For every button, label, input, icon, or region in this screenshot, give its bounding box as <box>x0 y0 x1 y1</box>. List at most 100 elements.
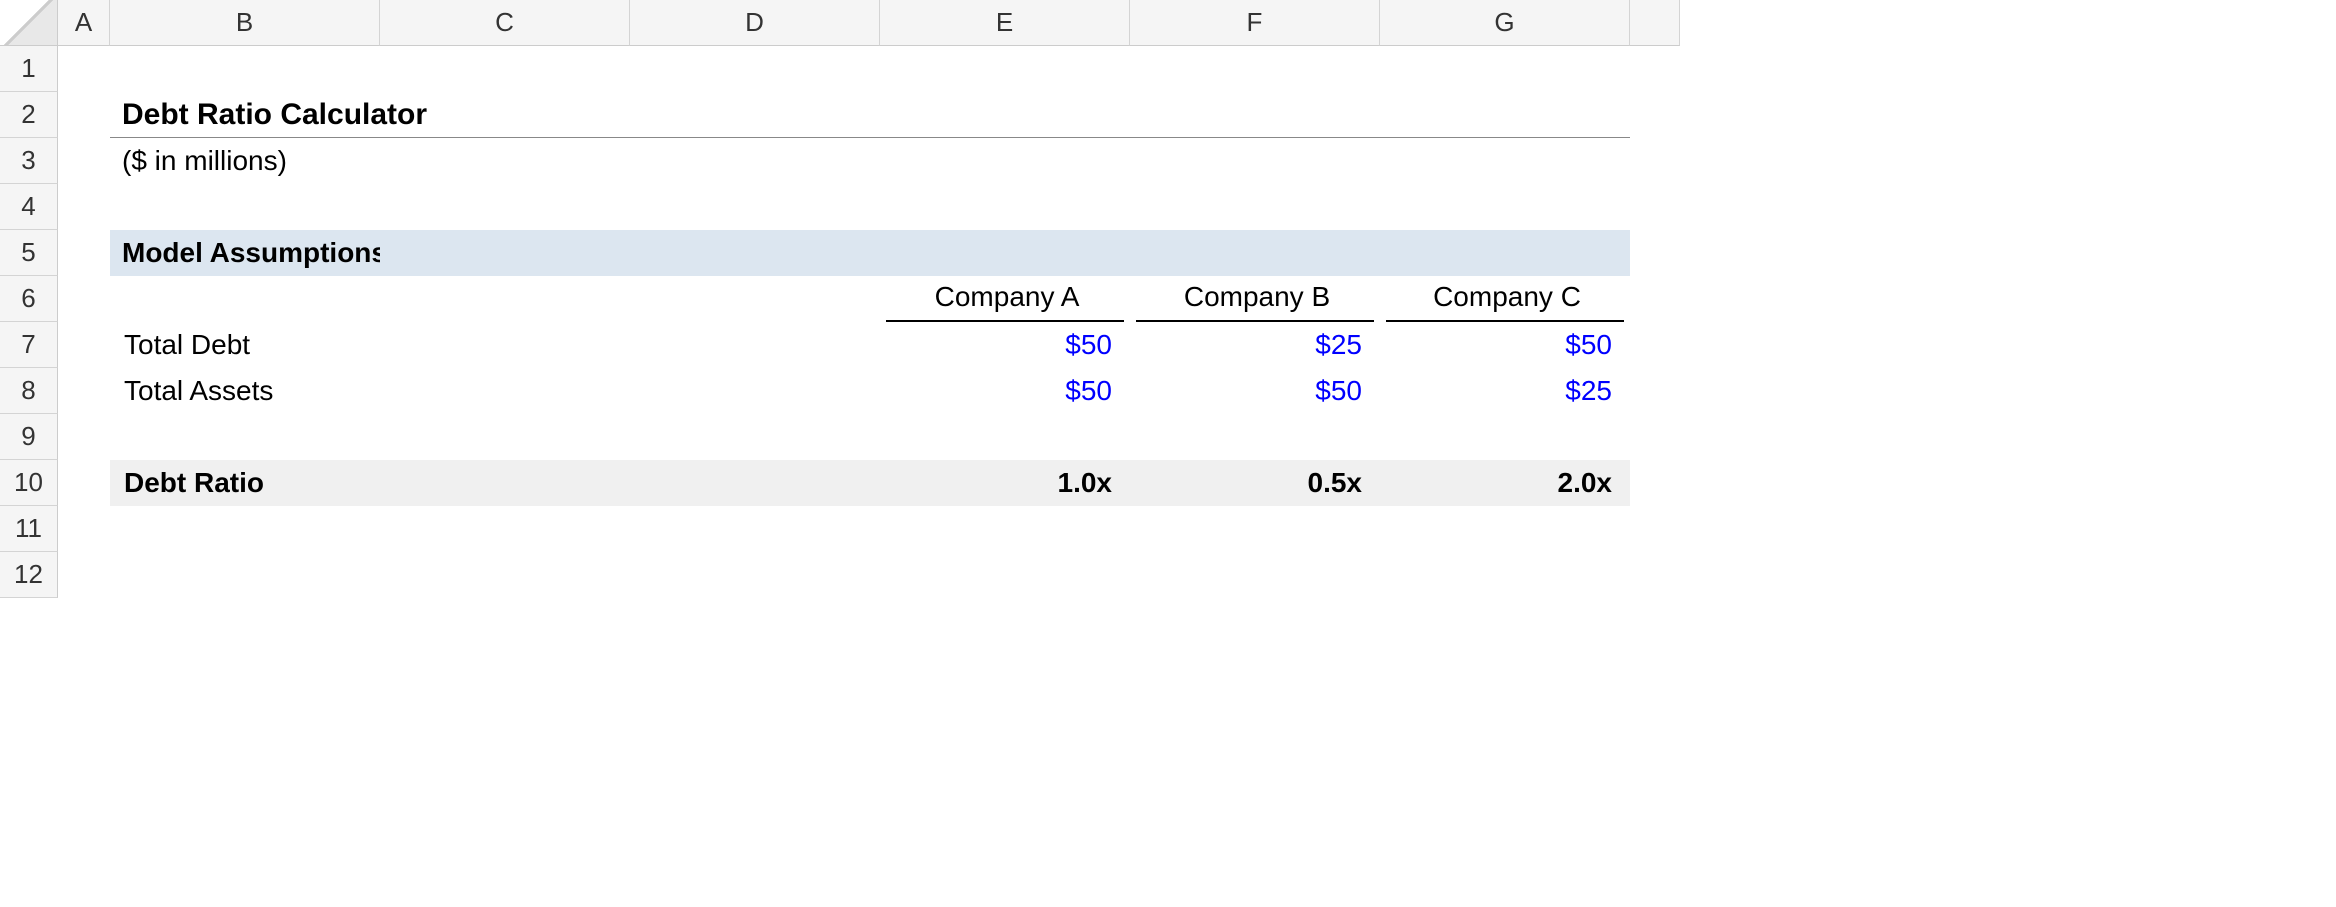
cell-b6[interactable] <box>110 276 380 322</box>
debt-ratio-label[interactable]: Debt Ratio <box>110 460 380 506</box>
cell-a12[interactable] <box>58 552 110 598</box>
assets-a-value[interactable]: $50 <box>880 368 1130 414</box>
cell-blank3[interactable] <box>1630 138 1680 184</box>
cell-d11[interactable] <box>630 506 880 552</box>
cell-a2[interactable] <box>58 92 110 138</box>
col-header-g[interactable]: G <box>1380 0 1630 46</box>
cell-blank1[interactable] <box>1630 46 1680 92</box>
company-c-header[interactable]: Company C <box>1386 276 1624 322</box>
cell-a4[interactable] <box>58 184 110 230</box>
cell-a7[interactable] <box>58 322 110 368</box>
cell-a3[interactable] <box>58 138 110 184</box>
cell-d7[interactable] <box>630 322 880 368</box>
cell-blank12[interactable] <box>1630 552 1680 598</box>
cell-e1[interactable] <box>880 46 1130 92</box>
cell-c11[interactable] <box>380 506 630 552</box>
cell-a11[interactable] <box>58 506 110 552</box>
company-a-header[interactable]: Company A <box>886 276 1124 322</box>
cell-c8[interactable] <box>380 368 630 414</box>
cell-e2[interactable] <box>880 92 1130 138</box>
cell-f3[interactable] <box>1130 138 1380 184</box>
cell-a9[interactable] <box>58 414 110 460</box>
cell-blank11[interactable] <box>1630 506 1680 552</box>
col-header-a[interactable]: A <box>58 0 110 46</box>
ratio-a-value[interactable]: 1.0x <box>880 460 1130 506</box>
cell-c10[interactable] <box>380 460 630 506</box>
cell-e12[interactable] <box>880 552 1130 598</box>
col-header-e[interactable]: E <box>880 0 1130 46</box>
cell-d6[interactable] <box>630 276 880 322</box>
cell-blank10[interactable] <box>1630 460 1680 506</box>
cell-blank4[interactable] <box>1630 184 1680 230</box>
cell-d4[interactable] <box>630 184 880 230</box>
row-header-10[interactable]: 10 <box>0 460 58 506</box>
cell-c1[interactable] <box>380 46 630 92</box>
cell-g3[interactable] <box>1380 138 1630 184</box>
cell-a6[interactable] <box>58 276 110 322</box>
cell-blank9[interactable] <box>1630 414 1680 460</box>
cell-a8[interactable] <box>58 368 110 414</box>
cell-e4[interactable] <box>880 184 1130 230</box>
cell-g1[interactable] <box>1380 46 1630 92</box>
col-header-d[interactable]: D <box>630 0 880 46</box>
cell-d1[interactable] <box>630 46 880 92</box>
row-header-11[interactable]: 11 <box>0 506 58 552</box>
row-header-8[interactable]: 8 <box>0 368 58 414</box>
cell-blank5[interactable] <box>1630 230 1680 276</box>
cell-c6[interactable] <box>380 276 630 322</box>
cell-a5[interactable] <box>58 230 110 276</box>
row-header-6[interactable]: 6 <box>0 276 58 322</box>
cell-d3[interactable] <box>630 138 880 184</box>
col-header-blank[interactable] <box>1630 0 1680 46</box>
cell-blank7[interactable] <box>1630 322 1680 368</box>
cell-d5[interactable] <box>630 230 880 276</box>
assets-b-value[interactable]: $50 <box>1130 368 1380 414</box>
row-header-4[interactable]: 4 <box>0 184 58 230</box>
debt-a-value[interactable]: $50 <box>880 322 1130 368</box>
cell-b9[interactable] <box>110 414 380 460</box>
cell-g5[interactable] <box>1380 230 1630 276</box>
cell-blank6[interactable] <box>1630 276 1680 322</box>
cell-d2[interactable] <box>630 92 880 138</box>
cell-g12[interactable] <box>1380 552 1630 598</box>
cell-c9[interactable] <box>380 414 630 460</box>
debt-b-value[interactable]: $25 <box>1130 322 1380 368</box>
assets-c-value[interactable]: $25 <box>1380 368 1630 414</box>
cell-e9[interactable] <box>880 414 1130 460</box>
col-header-f[interactable]: F <box>1130 0 1380 46</box>
ratio-c-value[interactable]: 2.0x <box>1380 460 1630 506</box>
total-assets-label[interactable]: Total Assets <box>110 368 380 414</box>
cell-e11[interactable] <box>880 506 1130 552</box>
cell-c5[interactable] <box>380 230 630 276</box>
cell-f12[interactable] <box>1130 552 1380 598</box>
cell-d9[interactable] <box>630 414 880 460</box>
cell-g9[interactable] <box>1380 414 1630 460</box>
debt-c-value[interactable]: $50 <box>1380 322 1630 368</box>
cell-f4[interactable] <box>1130 184 1380 230</box>
cell-f2[interactable] <box>1130 92 1380 138</box>
section-header[interactable]: Model Assumptions <box>110 230 380 276</box>
cell-d12[interactable] <box>630 552 880 598</box>
cell-c3[interactable] <box>380 138 630 184</box>
col-header-c[interactable]: C <box>380 0 630 46</box>
cell-e5[interactable] <box>880 230 1130 276</box>
cell-b12[interactable] <box>110 552 380 598</box>
cell-c7[interactable] <box>380 322 630 368</box>
cell-d10[interactable] <box>630 460 880 506</box>
row-header-5[interactable]: 5 <box>0 230 58 276</box>
cell-f1[interactable] <box>1130 46 1380 92</box>
row-header-3[interactable]: 3 <box>0 138 58 184</box>
cell-e3[interactable] <box>880 138 1130 184</box>
select-all-corner[interactable] <box>0 0 58 46</box>
col-header-b[interactable]: B <box>110 0 380 46</box>
cell-g4[interactable] <box>1380 184 1630 230</box>
cell-a1[interactable] <box>58 46 110 92</box>
subtitle-cell[interactable]: ($ in millions) <box>110 138 380 184</box>
total-debt-label[interactable]: Total Debt <box>110 322 380 368</box>
company-b-header[interactable]: Company B <box>1136 276 1374 322</box>
cell-d8[interactable] <box>630 368 880 414</box>
row-header-12[interactable]: 12 <box>0 552 58 598</box>
cell-c12[interactable] <box>380 552 630 598</box>
row-header-7[interactable]: 7 <box>0 322 58 368</box>
cell-b1[interactable] <box>110 46 380 92</box>
